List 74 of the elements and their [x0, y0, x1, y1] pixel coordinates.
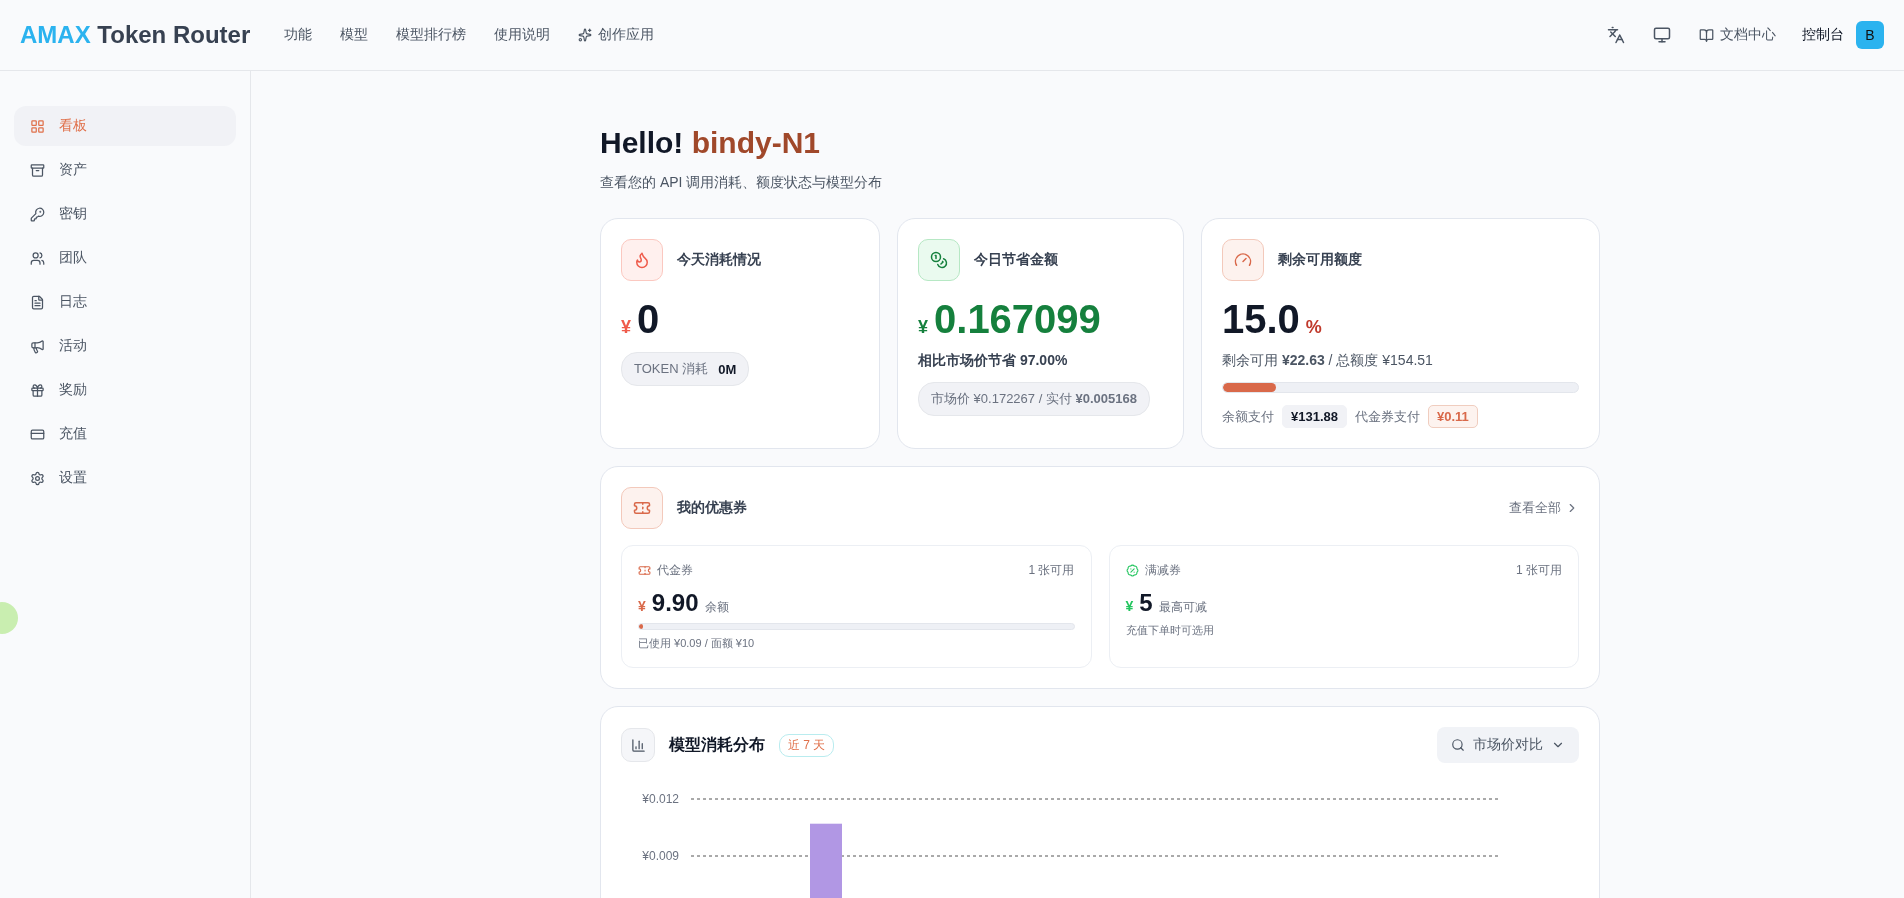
ticket-icon	[621, 487, 663, 529]
coupon-detail: 已使用 ¥0.09 / 面额 ¥10	[638, 636, 756, 651]
card-icon	[30, 426, 45, 442]
nav-link[interactable]: 功能	[270, 26, 327, 44]
user-avatar[interactable]: B	[1856, 21, 1884, 49]
sidebar-item[interactable]: 日志	[14, 282, 236, 322]
book-icon	[1699, 27, 1714, 43]
percent-unit: %	[1305, 317, 1322, 338]
grid-icon	[30, 118, 45, 134]
sidebar-item[interactable]: 奖励	[14, 370, 236, 410]
token-pill: TOKEN 消耗 0M	[621, 352, 750, 386]
currency-symbol: ¥	[621, 317, 631, 338]
users-icon	[30, 250, 45, 266]
card-title: 今日节省金额	[974, 251, 1058, 269]
nav-link[interactable]: 使用说明	[480, 26, 565, 44]
price-comparison: 市场价 ¥0.172267 / 实付 ¥0.005168	[918, 382, 1150, 416]
subtitle: 查看您的 API 调用消耗、额度状态与模型分布	[600, 174, 884, 192]
flame-icon	[621, 239, 663, 281]
view-all-link[interactable]: 查看全部	[1509, 499, 1579, 517]
coupon-detail: 充值下单时可选用	[1125, 623, 1215, 638]
sparkles-icon	[578, 28, 593, 42]
console-link[interactable]: 控制台	[1802, 26, 1844, 44]
logo[interactable]: AMAX Token Router	[20, 21, 251, 49]
voucher-label: 代金券支付	[1355, 407, 1420, 426]
filter-dropdown[interactable]: 市场价对比	[1437, 727, 1579, 763]
card-title: 模型消耗分布	[669, 734, 765, 755]
card-title: 今天消耗情况	[677, 251, 761, 269]
period-chip: 近 7 天	[779, 733, 835, 757]
sidebar-item[interactable]: 团队	[14, 238, 236, 278]
coupon-count: 1 张可用	[1516, 562, 1562, 579]
nav-link[interactable]: 模型排行榜	[382, 26, 481, 44]
gauge-icon	[1222, 239, 1264, 281]
axis-label: ¥0.012	[642, 792, 679, 806]
percent-badge-icon	[1125, 564, 1139, 577]
docs-link[interactable]: 文档中心	[1685, 26, 1790, 44]
balance-label: 余额支付	[1222, 407, 1274, 426]
stat-value: 0	[637, 297, 660, 342]
coupon-name: 代金券	[657, 562, 693, 579]
stat-value: 0.167099	[934, 297, 1101, 342]
greeting-title: Hello! bindy-N1	[600, 126, 822, 160]
coupon-value-note: 最高可减	[1158, 599, 1207, 616]
megaphone-icon	[30, 338, 45, 354]
currency-symbol: ¥	[638, 598, 646, 614]
remaining-quota: 剩余可用 ¥22.63 / 总额度 ¥154.51	[1222, 352, 1433, 368]
ticket-icon	[638, 564, 651, 577]
coupon-count: 1 张可用	[1028, 562, 1075, 579]
savings-rate: 相比市场价节省 97.00%	[918, 352, 1068, 368]
archive-icon	[30, 162, 45, 178]
coins-icon	[918, 239, 960, 281]
coupon-value: 5	[1139, 589, 1153, 617]
document-icon	[30, 294, 45, 310]
card-title: 我的优惠券	[677, 499, 747, 517]
sidebar-item[interactable]: 充值	[14, 414, 236, 454]
settings-icon	[30, 470, 45, 486]
currency-symbol: ¥	[1125, 598, 1134, 614]
nav-link[interactable]: 模型	[326, 26, 383, 44]
axis-label: ¥0.009	[642, 849, 679, 863]
search-icon	[1451, 738, 1465, 752]
stat-value: 15.0	[1222, 297, 1300, 342]
sidebar-item[interactable]: 设置	[14, 458, 236, 498]
coupon-value: 9.90	[651, 589, 699, 617]
sidebar-item[interactable]: 密钥	[14, 194, 236, 234]
bar-chart-icon	[621, 728, 655, 762]
card-title: 剩余可用额度	[1278, 251, 1362, 269]
nav-link[interactable]: 创作应用	[564, 26, 669, 44]
currency-symbol: ¥	[918, 317, 928, 338]
voucher-value: ¥0.11	[1428, 405, 1478, 428]
gift-icon	[30, 382, 45, 398]
coupon-name: 满减券	[1144, 562, 1181, 579]
sidebar-item[interactable]: 资产	[14, 150, 236, 190]
key-icon	[30, 206, 45, 222]
sidebar-item[interactable]: 活动	[14, 326, 236, 366]
coupon-value-note: 余额	[704, 599, 729, 616]
balance-value: ¥131.88	[1282, 405, 1347, 428]
